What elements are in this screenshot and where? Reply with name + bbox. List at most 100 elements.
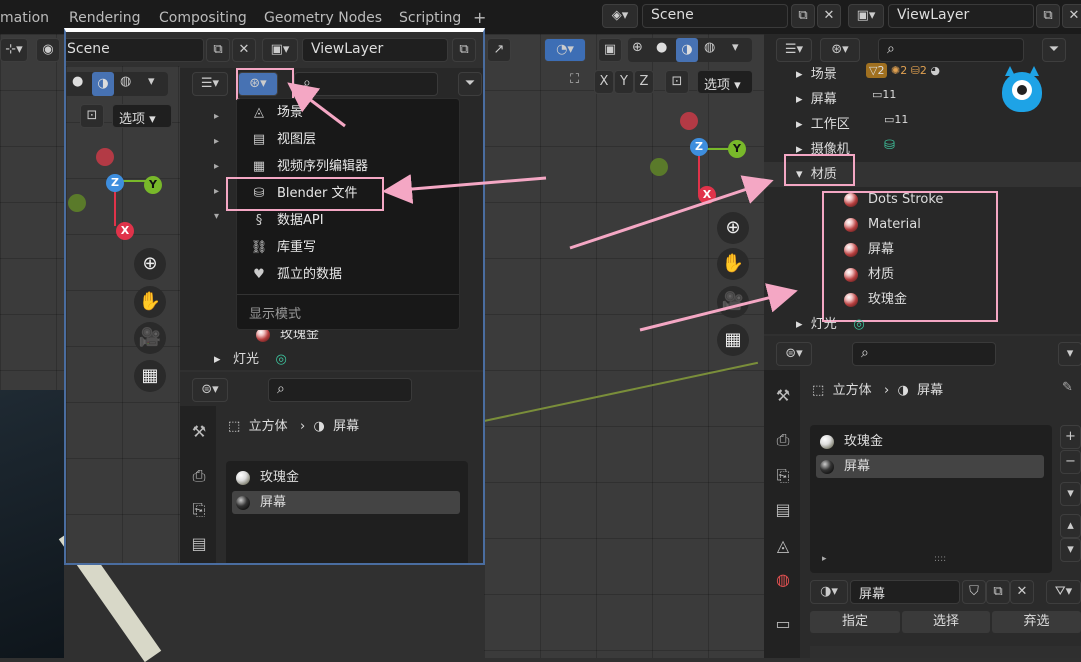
inset-viewlayer-field[interactable]: ViewLayer — [302, 38, 448, 62]
rendered-icon[interactable]: ◍ — [120, 74, 131, 89]
node-tree-icon[interactable]: ⛛▾ — [1046, 580, 1081, 604]
slot-menu-icon[interactable]: ▾ — [1060, 482, 1081, 506]
fake-user-icon[interactable]: ⛉ — [962, 580, 986, 604]
delete-scene-icon[interactable]: ✕ — [232, 38, 256, 62]
gizmo-x[interactable]: X — [698, 186, 716, 204]
select-button[interactable]: 选择 — [902, 611, 990, 633]
outliner-filter-type-icon[interactable]: ☰▾ — [192, 72, 228, 96]
tab-compositing[interactable]: Compositing — [159, 10, 247, 26]
xray-icon[interactable]: ▣ — [598, 38, 622, 62]
overlay-icon[interactable]: ◔▾ — [544, 38, 586, 62]
hand-icon[interactable]: ✋ — [717, 248, 749, 280]
outliner-filter-type-icon[interactable]: ☰▾ — [776, 38, 812, 62]
menu-item-view-layer[interactable]: ▤ 视图层 — [237, 126, 459, 153]
viewlayer-selector-icon[interactable]: ▣▾ — [262, 38, 298, 62]
assign-button[interactable]: 指定 — [810, 611, 900, 633]
tool-icon[interactable]: ⚒ — [768, 382, 798, 410]
new-scene-icon[interactable]: ⧉ — [206, 38, 230, 62]
axis-x-button[interactable]: X — [594, 70, 614, 94]
filter-icon[interactable]: ⏷ — [1042, 38, 1066, 62]
transform-icon[interactable]: ↗ — [487, 38, 511, 62]
material-slot-selected[interactable]: 屏幕 — [236, 490, 286, 515]
display-mode-icon[interactable]: ⊛▾ — [820, 38, 860, 62]
viewlayer-field[interactable]: ViewLayer — [888, 4, 1034, 28]
zoom-icon[interactable]: ⊕ — [134, 248, 166, 280]
chevron-down-icon[interactable]: ▾ — [148, 74, 155, 89]
proportional-icon[interactable]: ⊡ — [665, 70, 689, 94]
material-name-field[interactable]: 屏幕 — [850, 580, 960, 604]
gizmo-neg-y[interactable] — [68, 194, 86, 212]
add-slot-icon[interactable]: + — [1060, 425, 1081, 449]
resize-handle[interactable]: :::: — [934, 554, 946, 564]
new-scene-icon[interactable]: ⧉ — [791, 4, 815, 28]
menu-item-orphan-data[interactable]: ♥ 孤立的数据 — [237, 261, 459, 288]
scene-field[interactable]: Scene — [642, 4, 788, 28]
tool-icon[interactable]: ⚒ — [184, 418, 214, 446]
delete-viewlayer-icon[interactable]: ✕ — [1062, 4, 1081, 28]
material-slot[interactable]: 玫瑰金 — [236, 465, 299, 490]
gizmo-neg-x[interactable] — [680, 112, 698, 130]
chevron-down-icon[interactable]: ▾ — [732, 40, 739, 55]
pin-icon[interactable]: ✎ — [1062, 380, 1073, 395]
view-layer-icon[interactable]: ▤ — [768, 496, 798, 524]
gizmo-z[interactable]: Z — [690, 138, 708, 156]
move-up-icon[interactable]: ▴ — [1060, 514, 1081, 538]
add-workspace-button[interactable]: + — [473, 8, 486, 27]
scene-icon[interactable]: ◬ — [768, 532, 798, 560]
material-slot[interactable]: 玫瑰金 — [820, 429, 883, 454]
outliner-row-lights[interactable]: ▸ 灯光 ◎ — [796, 312, 865, 337]
axis-y-button[interactable]: Y — [614, 70, 634, 94]
menu-item-sequencer[interactable]: ▦ 视频序列编辑器 — [237, 153, 459, 180]
gizmo-neg-y[interactable] — [650, 158, 668, 176]
camera-icon[interactable]: 🎥 — [134, 322, 166, 354]
wireframe-icon[interactable]: ⊕ — [632, 40, 643, 55]
gizmo-y[interactable]: Y — [144, 176, 162, 194]
remove-slot-icon[interactable]: − — [1060, 450, 1081, 474]
editor-type-icon[interactable]: ⊜▾ — [776, 342, 812, 366]
material-slot-selected[interactable]: 屏幕 — [820, 454, 870, 479]
gizmo-neg-x[interactable] — [96, 148, 114, 166]
snap-icon[interactable]: ⛶ — [570, 72, 579, 87]
tab-scripting[interactable]: Scripting — [399, 10, 461, 26]
inset-options-dropdown[interactable]: 选项 ▾ — [112, 104, 172, 128]
tab-animation[interactable]: mation — [0, 10, 49, 26]
tab-rendering[interactable]: Rendering — [69, 10, 141, 26]
gizmo-z[interactable]: Z — [106, 174, 124, 192]
grid-icon[interactable]: ▦ — [717, 324, 749, 356]
scene-selector-icon[interactable]: ◈▾ — [602, 4, 638, 28]
outliner-row-lights[interactable]: ▸ 灯光 ◎ — [214, 347, 287, 372]
rendered-icon[interactable]: ◍ — [704, 40, 715, 55]
menu-item-data-api[interactable]: § 数据API — [237, 207, 459, 234]
gizmo-x[interactable]: X — [116, 222, 134, 240]
menu-item-library-override[interactable]: ⛓ 库重写 — [237, 234, 459, 261]
grid-icon[interactable]: ▦ — [134, 360, 166, 392]
outliner-search[interactable]: ⌕ — [878, 38, 1024, 62]
solid-icon[interactable]: ● — [72, 74, 83, 89]
outliner-row-screen[interactable]: ▸ 屏幕 — [796, 87, 837, 112]
viewlayer-selector-icon[interactable]: ▣▾ — [848, 4, 884, 28]
view-layer-icon[interactable]: ▤ — [184, 530, 214, 558]
gizmo-y[interactable]: Y — [728, 140, 746, 158]
deselect-button[interactable]: 弃选 — [992, 611, 1081, 633]
view-menu-icon[interactable]: ⊹▾ — [0, 38, 28, 62]
editor-type-icon[interactable]: ⊜▾ — [192, 378, 228, 402]
delete-scene-icon[interactable]: ✕ — [817, 4, 841, 28]
gear-icon[interactable]: ◉ — [36, 38, 60, 62]
output-icon[interactable]: ⎘ — [768, 462, 798, 490]
collection-icon[interactable]: ▭ — [768, 610, 798, 638]
proportional-icon[interactable]: ⊡ — [80, 104, 104, 128]
tab-geometry-nodes[interactable]: Geometry Nodes — [264, 10, 382, 26]
world-icon[interactable]: ◍ — [768, 566, 798, 594]
hand-icon[interactable]: ✋ — [134, 286, 166, 318]
inset-viewport[interactable] — [66, 66, 180, 563]
properties-search[interactable]: ⌕ — [852, 342, 996, 366]
axis-z-button[interactable]: Z — [634, 70, 654, 94]
outliner-search[interactable]: ⌕ — [294, 72, 438, 96]
zoom-icon[interactable]: ⊕ — [717, 212, 749, 244]
duplicate-icon[interactable]: ⧉ — [986, 580, 1010, 604]
new-viewlayer-icon[interactable]: ⧉ — [1036, 4, 1060, 28]
properties-search[interactable]: ⌕ — [268, 378, 412, 402]
browse-material-icon[interactable]: ◑▾ — [810, 580, 848, 604]
solid-icon[interactable]: ● — [656, 40, 667, 55]
outliner-row-workspace[interactable]: ▸ 工作区 — [796, 112, 850, 137]
